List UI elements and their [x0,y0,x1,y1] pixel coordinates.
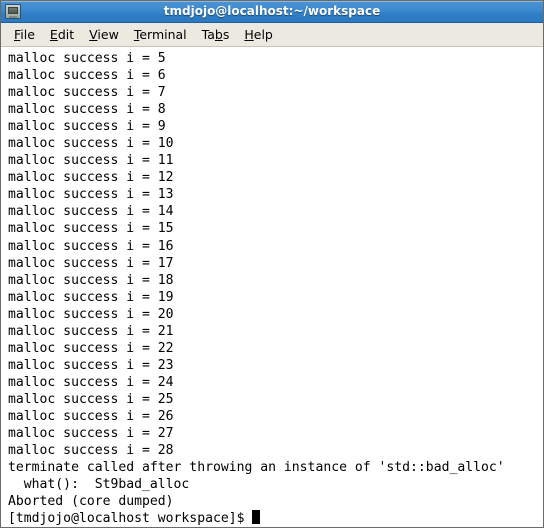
terminal-line: what(): St9bad_alloc [8,477,190,493]
window-title: tmdjojo@localhost:~/workspace [163,4,381,18]
menu-file[interactable]: File [7,25,42,44]
terminal-icon [5,4,21,19]
terminal-line: malloc success i = 18 [8,272,174,288]
terminal-line: malloc success i = 22 [8,340,174,356]
terminal-window: tmdjojo@localhost:~/workspace File Edit … [0,0,544,528]
terminal-line: malloc success i = 14 [8,204,174,220]
terminal-line: malloc success i = 11 [8,153,174,169]
menu-help[interactable]: Help [237,25,280,44]
terminal-line: malloc success i = 9 [8,119,166,135]
terminal-line: malloc success i = 15 [8,221,174,237]
terminal-line: malloc success i = 5 [8,51,166,66]
terminal-line: malloc success i = 12 [8,170,174,186]
title-bar[interactable]: tmdjojo@localhost:~/workspace [1,1,543,23]
terminal-line: malloc success i = 20 [8,306,174,322]
menu-edit[interactable]: Edit [43,25,81,44]
terminal-prompt-line[interactable]: [tmdjojo@localhost workspace]$ [8,510,543,527]
menu-tabs[interactable]: Tabs [195,25,237,44]
terminal-line: malloc success i = 26 [8,408,174,424]
terminal-line: terminate called after throwing an insta… [8,460,505,476]
terminal-line: malloc success i = 25 [8,391,174,407]
menu-bar: File Edit View Terminal Tabs Help [1,23,543,47]
terminal-line: malloc success i = 6 [8,68,166,84]
terminal-icon-base [9,16,17,18]
terminal-line: malloc success i = 28 [8,443,174,459]
terminal-line: malloc success i = 13 [8,187,174,203]
terminal-line: malloc success i = 7 [8,85,166,101]
shell-prompt: [tmdjojo@localhost workspace]$ [8,511,253,527]
menu-view[interactable]: View [82,25,126,44]
terminal-line: malloc success i = 10 [8,136,174,152]
terminal-line: malloc success i = 16 [8,238,174,254]
terminal-icon-screen [8,7,18,14]
terminal-output-area[interactable]: malloc success i = 5 malloc success i = 6… [1,47,543,527]
terminal-line: malloc success i = 27 [8,426,174,442]
terminal-line: malloc success i = 19 [8,289,174,305]
terminal-line: malloc success i = 23 [8,357,174,373]
terminal-line: malloc success i = 8 [8,102,166,118]
terminal-line: malloc success i = 21 [8,323,174,339]
text-cursor [252,510,261,525]
terminal-line: malloc success i = 17 [8,255,174,271]
menu-terminal[interactable]: Terminal [127,25,194,44]
terminal-text: malloc success i = 5 malloc success i = 6… [8,50,543,527]
terminal-line: malloc success i = 24 [8,374,174,390]
terminal-line: Aborted (core dumped) [8,494,174,510]
